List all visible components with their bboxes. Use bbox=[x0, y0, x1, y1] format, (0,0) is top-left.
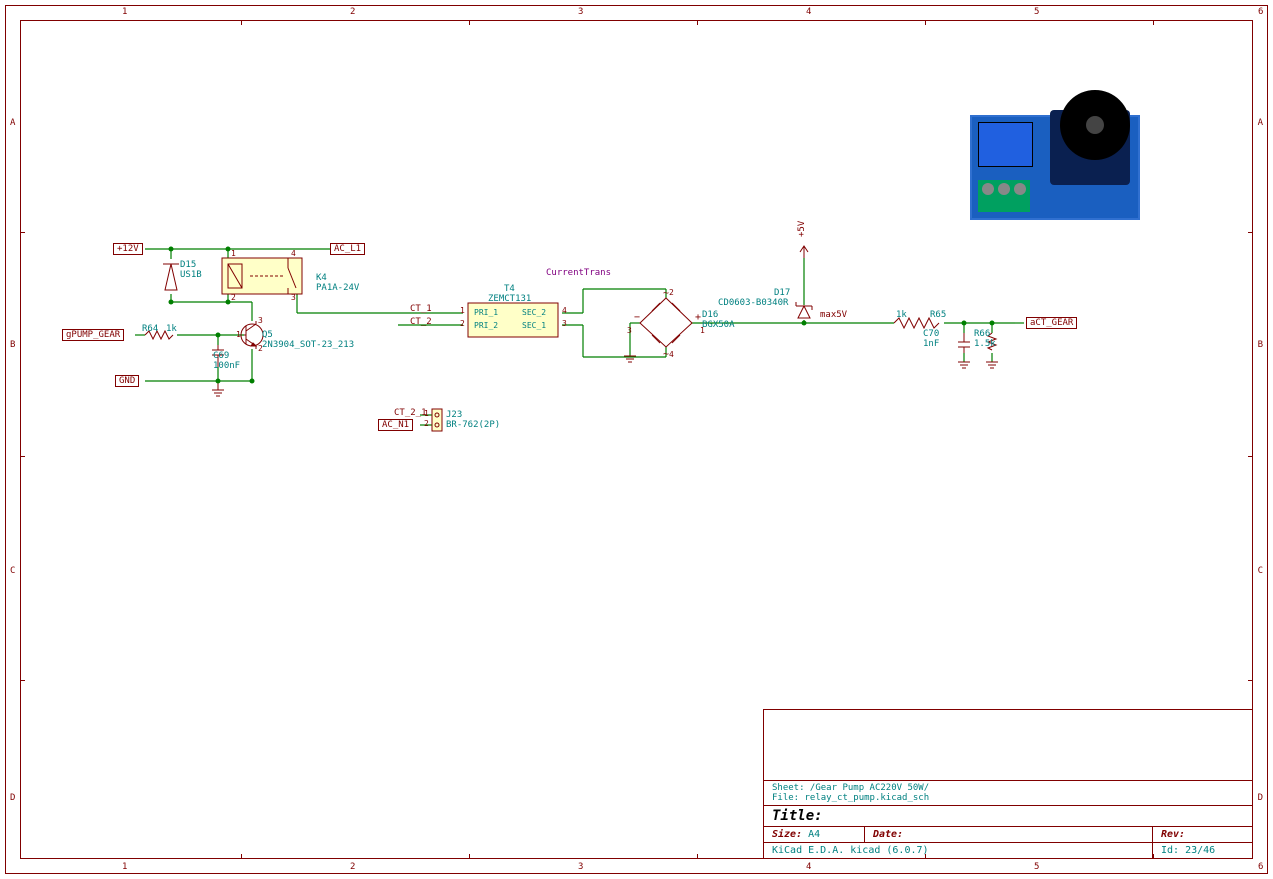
ref-C69: C69 bbox=[213, 351, 229, 361]
title-label: Title: bbox=[764, 806, 1252, 826]
pcb-ct-hole bbox=[1086, 116, 1104, 134]
d16-pin4: 4 bbox=[669, 350, 674, 359]
t4-sec2: SEC_2 bbox=[522, 308, 546, 317]
power-gnd: GND bbox=[115, 375, 139, 387]
note-currenttrans: CurrentTrans bbox=[546, 268, 611, 278]
ref-Q5: Q5 bbox=[262, 330, 273, 340]
junction bbox=[216, 379, 221, 384]
q5-pin3: 3 bbox=[258, 316, 263, 325]
d16-pin3: 3 bbox=[627, 326, 632, 335]
size-label: Size: bbox=[772, 829, 802, 840]
val-C70: 1nF bbox=[923, 339, 939, 349]
junction bbox=[226, 247, 231, 252]
pcb-terminal bbox=[978, 180, 1030, 212]
junction bbox=[250, 379, 255, 384]
ref-R64: R64 bbox=[142, 324, 158, 334]
t4-pin4: 4 bbox=[562, 306, 567, 315]
net-ct2: CT_2 bbox=[410, 317, 432, 327]
ref-C70: C70 bbox=[923, 329, 939, 339]
val-D16: BGX50A bbox=[702, 320, 735, 330]
junction bbox=[226, 300, 231, 305]
file-name: File: relay_ct_pump.kicad_sch bbox=[772, 793, 1244, 803]
ref-T4: T4 bbox=[504, 284, 515, 294]
title-block: Sheet: /Gear Pump AC220V 50W/ File: rela… bbox=[763, 709, 1253, 859]
sheet-path: Sheet: /Gear Pump AC220V 50W/ bbox=[772, 783, 1244, 793]
val-D17: CD0603-B0340R bbox=[718, 298, 788, 308]
k4-pin2: 2 bbox=[231, 293, 236, 302]
net-ac-l1: AC_L1 bbox=[330, 243, 365, 255]
junction bbox=[169, 247, 174, 252]
val-R66: 1.5k bbox=[974, 339, 996, 349]
t4-pin1: 1 bbox=[460, 306, 465, 315]
power-5v: +5V bbox=[797, 221, 807, 237]
net-ac-n1: AC_N1 bbox=[378, 419, 413, 431]
j23-pin1: 1 bbox=[424, 409, 429, 418]
sheet-id: Id: 23/46 bbox=[1152, 843, 1252, 858]
val-Q5: 2N3904_SOT-23_213 bbox=[262, 340, 354, 350]
power-12v: +12V bbox=[113, 243, 143, 255]
junction bbox=[990, 321, 995, 326]
net-act-gear: aCT_GEAR bbox=[1026, 317, 1077, 329]
date-label: Date: bbox=[873, 829, 903, 840]
net-ct1: CT_1 bbox=[410, 304, 432, 314]
net-ct2-1: CT_2_1 bbox=[394, 408, 427, 418]
q5-pin2: 2 bbox=[258, 344, 263, 353]
module-photo bbox=[960, 80, 1150, 230]
t4-sec1: SEC_1 bbox=[522, 321, 546, 330]
val-J23: BR-762(2P) bbox=[446, 420, 500, 430]
kicad-version: KiCad E.D.A. kicad (6.0.7) bbox=[764, 843, 1152, 858]
ref-R65: R65 bbox=[930, 310, 946, 320]
net-gpump-gear: gPUMP_GEAR bbox=[62, 329, 124, 341]
t4-pin3: 3 bbox=[562, 319, 567, 328]
val-K4: PA1A-24V bbox=[316, 283, 359, 293]
d16-pin2: 2 bbox=[669, 288, 674, 297]
ref-D16: D16 bbox=[702, 310, 718, 320]
junction bbox=[169, 300, 174, 305]
val-R65: 1k bbox=[896, 310, 907, 320]
size-value: A4 bbox=[808, 829, 820, 840]
note-max5v: max5V bbox=[820, 310, 847, 320]
rev-label: Rev: bbox=[1161, 829, 1185, 840]
ref-D17: D17 bbox=[774, 288, 790, 298]
val-D15: US1B bbox=[180, 270, 202, 280]
svg-text:−: − bbox=[634, 312, 640, 323]
ref-J23: J23 bbox=[446, 410, 462, 420]
k4-pin4: 4 bbox=[291, 249, 296, 258]
junction bbox=[962, 321, 967, 326]
k4-pin3: 3 bbox=[291, 293, 296, 302]
d16-pin1: 1 bbox=[700, 326, 705, 335]
q5-pin1: 1 bbox=[236, 330, 241, 339]
ref-D15: D15 bbox=[180, 260, 196, 270]
pcb-relay bbox=[978, 122, 1033, 167]
k4-pin1: 1 bbox=[231, 249, 236, 258]
t4-pri2: PRI_2 bbox=[474, 321, 498, 330]
ref-K4: K4 bbox=[316, 273, 327, 283]
val-T4: ZEMCT131 bbox=[488, 294, 531, 304]
junction bbox=[802, 321, 807, 326]
junction bbox=[216, 333, 221, 338]
t4-pin2: 2 bbox=[460, 319, 465, 328]
val-C69: 100nF bbox=[213, 361, 240, 371]
j23-pin2: 2 bbox=[424, 419, 429, 428]
val-R64: 1k bbox=[166, 324, 177, 334]
svg-text:+: + bbox=[695, 312, 701, 323]
t4-pri1: PRI_1 bbox=[474, 308, 498, 317]
ref-R66: R66 bbox=[974, 329, 990, 339]
